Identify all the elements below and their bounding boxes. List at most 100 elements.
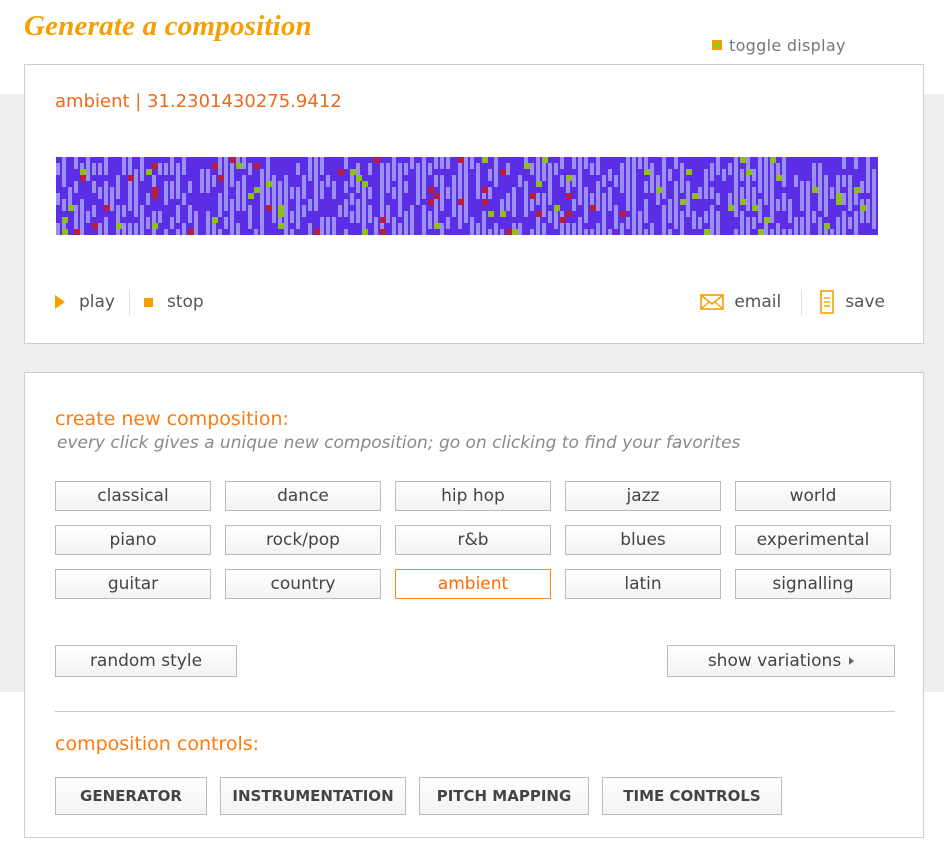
toggle-display-link[interactable]: toggle display bbox=[712, 35, 846, 55]
visualization-cell bbox=[158, 163, 162, 175]
play-button[interactable]: play bbox=[55, 292, 115, 312]
visualization-cell bbox=[668, 229, 672, 235]
style-button-experimental[interactable]: experimental bbox=[735, 525, 891, 555]
visualization-cell bbox=[560, 157, 564, 169]
visualization-cell bbox=[374, 223, 378, 235]
visualization-cell bbox=[518, 175, 522, 187]
visualization-cell bbox=[452, 193, 456, 205]
visualization-cell bbox=[488, 229, 492, 235]
visualization-cell bbox=[824, 223, 830, 229]
style-button-label: latin bbox=[624, 574, 662, 594]
visualization-cell bbox=[74, 229, 80, 235]
visualization-cell bbox=[380, 217, 386, 223]
style-button-dance[interactable]: dance bbox=[225, 481, 381, 511]
show-variations-button[interactable]: show variations bbox=[667, 645, 895, 677]
visualization-cell bbox=[866, 181, 870, 193]
visualization-cell bbox=[776, 229, 780, 235]
control-button-pitch-mapping[interactable]: PITCH MAPPING bbox=[419, 777, 589, 815]
visualization-cell bbox=[554, 163, 558, 175]
stop-button[interactable]: stop bbox=[144, 292, 204, 312]
visualization-cell bbox=[686, 193, 690, 205]
visualization-cell bbox=[674, 187, 678, 199]
visualization-cell bbox=[812, 211, 816, 223]
visualization-cell bbox=[854, 157, 858, 169]
visualization-cell bbox=[518, 229, 522, 235]
visualization-cell bbox=[326, 217, 330, 229]
visualization-cell bbox=[536, 217, 540, 229]
visualization-cell bbox=[704, 175, 708, 187]
visualization-cell bbox=[266, 187, 270, 199]
visualization-cell bbox=[632, 217, 636, 229]
control-button-instrumentation[interactable]: INSTRUMENTATION bbox=[220, 777, 406, 815]
style-button-label: signalling bbox=[772, 574, 854, 594]
visualization-cell bbox=[434, 175, 438, 187]
visualization-cell bbox=[662, 163, 666, 175]
control-button-generator[interactable]: GENERATOR bbox=[55, 777, 207, 815]
visualization-cell bbox=[734, 187, 738, 199]
visualization-cell bbox=[140, 229, 144, 235]
visualization-cell bbox=[548, 211, 552, 223]
style-button-piano[interactable]: piano bbox=[55, 525, 211, 555]
visualization-cell bbox=[404, 223, 408, 235]
visualization-cell bbox=[788, 211, 792, 223]
visualization-cell bbox=[422, 163, 426, 175]
visualization-cell bbox=[812, 187, 818, 193]
save-button[interactable]: save bbox=[820, 290, 885, 314]
visualization-cell bbox=[314, 169, 318, 181]
visualization-cell bbox=[272, 211, 276, 223]
visualization-cell bbox=[128, 199, 132, 211]
visualization-cell bbox=[230, 157, 236, 163]
visualization-cell bbox=[56, 163, 60, 175]
visualization-cell bbox=[536, 211, 542, 217]
style-button-r-b[interactable]: r&b bbox=[395, 525, 551, 555]
visualization-cell bbox=[326, 175, 330, 187]
visualization-cell bbox=[596, 181, 600, 193]
visualization-cell bbox=[80, 229, 84, 235]
visualization-cell bbox=[350, 211, 354, 223]
visualization-cell bbox=[830, 187, 834, 199]
style-button-world[interactable]: world bbox=[735, 481, 891, 511]
visualization-cell bbox=[206, 169, 210, 181]
visualization-cell bbox=[590, 229, 594, 235]
style-button-guitar[interactable]: guitar bbox=[55, 569, 211, 599]
style-button-ambient[interactable]: ambient bbox=[395, 569, 551, 599]
visualization-cell bbox=[206, 229, 210, 235]
email-button[interactable]: email bbox=[700, 292, 781, 312]
visualization-cell bbox=[614, 217, 618, 229]
visualization-cell bbox=[656, 193, 660, 205]
style-button-latin[interactable]: latin bbox=[565, 569, 721, 599]
control-button-time-controls[interactable]: TIME CONTROLS bbox=[602, 777, 782, 815]
visualization-cell bbox=[260, 223, 264, 235]
visualization-cell bbox=[728, 205, 734, 211]
visualization-cell bbox=[56, 193, 60, 205]
visualization-cell bbox=[650, 181, 654, 193]
visualization-cell bbox=[734, 229, 738, 235]
visualization-cell bbox=[578, 193, 582, 205]
visualization-cell bbox=[116, 205, 120, 217]
visualization-cell bbox=[254, 229, 258, 235]
visualization-cell bbox=[182, 193, 186, 205]
visualization-cell bbox=[380, 193, 384, 205]
visualization-cell bbox=[854, 193, 858, 205]
visualization-cell bbox=[860, 181, 864, 193]
visualization-cell bbox=[536, 169, 540, 181]
style-button-hip-hop[interactable]: hip hop bbox=[395, 481, 551, 511]
visualization-cell bbox=[92, 181, 96, 193]
style-button-classical[interactable]: classical bbox=[55, 481, 211, 511]
style-button-signalling[interactable]: signalling bbox=[735, 569, 891, 599]
visualization-cell bbox=[770, 163, 774, 175]
random-style-button[interactable]: random style bbox=[55, 645, 237, 677]
style-button-blues[interactable]: blues bbox=[565, 525, 721, 555]
style-button-rock-pop[interactable]: rock/pop bbox=[225, 525, 381, 555]
visualization-cell bbox=[596, 229, 600, 235]
visualization-cell bbox=[482, 187, 488, 193]
visualization-cell bbox=[674, 217, 678, 229]
visualization-cell bbox=[500, 229, 504, 235]
visualization-cell bbox=[206, 211, 210, 223]
visualization-cell bbox=[92, 205, 96, 217]
control-button-label: INSTRUMENTATION bbox=[232, 787, 394, 805]
style-button-jazz[interactable]: jazz bbox=[565, 481, 721, 511]
visualization-cell bbox=[380, 229, 386, 235]
visualization-cell bbox=[482, 223, 486, 235]
style-button-country[interactable]: country bbox=[225, 569, 381, 599]
